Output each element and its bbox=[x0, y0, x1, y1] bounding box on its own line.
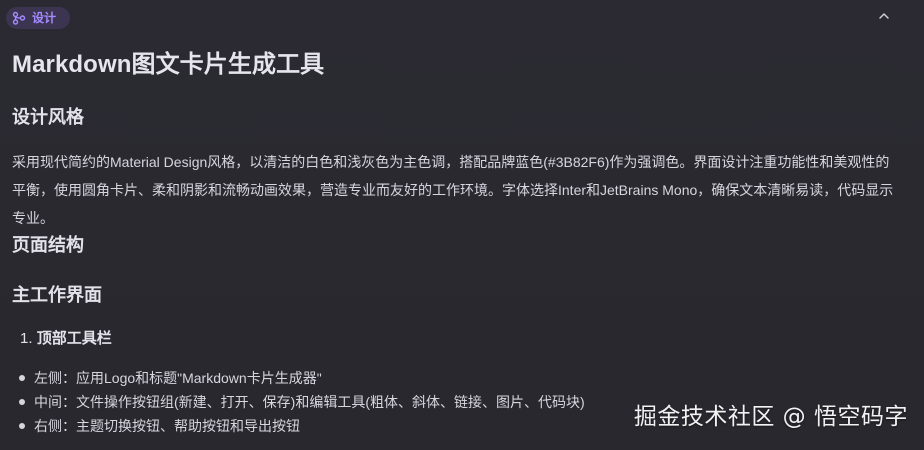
chevron-up-icon bbox=[879, 13, 889, 19]
list-item: 左侧：应用Logo和标题"Markdown卡片生成器" bbox=[12, 366, 862, 390]
ordered-item-title: 顶部工具栏 bbox=[36, 330, 112, 347]
collapse-button[interactable] bbox=[876, 8, 892, 24]
heading-design-style: 设计风格 bbox=[12, 107, 84, 127]
watermark: 掘金技术社区 @ 悟空码字 bbox=[633, 404, 908, 430]
tag-badge[interactable]: 设计 bbox=[6, 7, 71, 29]
design-paragraph: 采用现代简约的Material Design风格，以清洁的白色和浅灰色为主色调，… bbox=[12, 154, 894, 226]
heading-main-workspace: 主工作界面 bbox=[12, 285, 102, 305]
git-branch-icon bbox=[12, 11, 26, 25]
ordered-item-number: 1. bbox=[20, 330, 33, 347]
document-header-bar: 设计 bbox=[0, 0, 924, 34]
doc-title: Markdown图文卡片生成工具 bbox=[12, 51, 325, 78]
tag-label: 设计 bbox=[32, 11, 57, 25]
ordered-item-toolbar: 1. 顶部工具栏 bbox=[20, 328, 112, 350]
heading-page-structure: 页面结构 bbox=[12, 235, 84, 255]
